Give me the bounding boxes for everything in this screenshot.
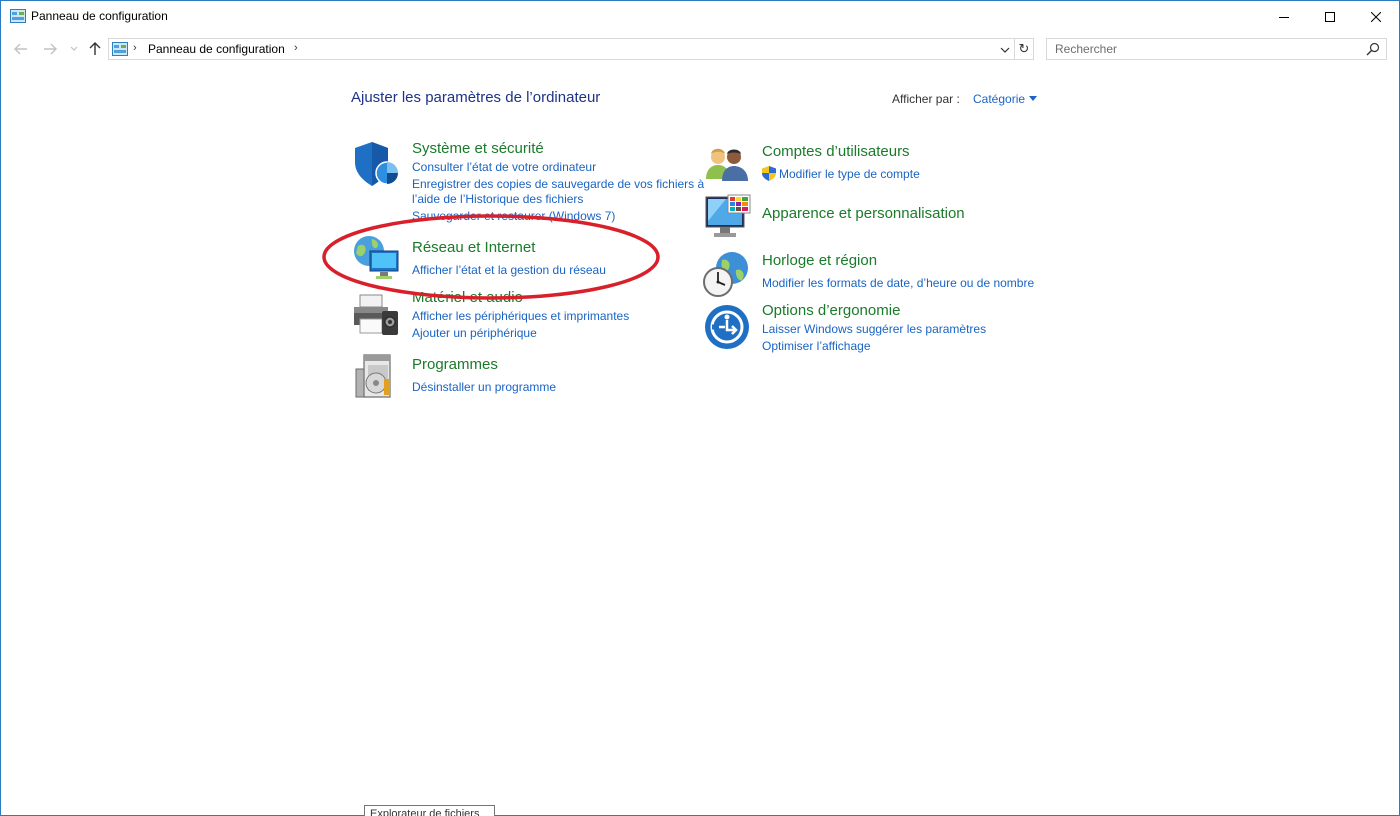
monitor-palette-icon[interactable] [704, 193, 752, 241]
chevron-down-icon [1000, 47, 1010, 53]
minimize-icon [1279, 16, 1289, 18]
link-change-account-type[interactable]: Modifier le type de compte [779, 167, 920, 181]
category-title-appearance[interactable]: Apparence et personnalisation [762, 205, 965, 222]
navigation-bar: › Panneau de configuration › ↻ Recherche… [1, 35, 1399, 63]
view-by-dropdown[interactable]: Catégorie [973, 92, 1025, 106]
breadcrumb-separator-icon[interactable]: › [133, 42, 137, 54]
arrow-left-icon [14, 43, 27, 55]
link-file-history[interactable]: Enregistrer des copies de sauvegarde de … [412, 177, 704, 191]
link-devices-printers[interactable]: Afficher les périphériques et imprimante… [412, 309, 629, 323]
uac-shield-icon [762, 166, 776, 181]
link-network-status[interactable]: Afficher l’état et la gestion du réseau [412, 263, 606, 277]
control-panel-icon [10, 9, 26, 23]
category-title-user-accounts[interactable]: Comptes d’utilisateurs [762, 143, 910, 160]
category-title-network-internet[interactable]: Réseau et Internet [412, 239, 535, 256]
arrow-up-icon [89, 42, 101, 55]
ease-of-access-icon[interactable] [703, 303, 751, 351]
control-panel-window: Panneau de configuration › Panneau de co… [0, 0, 1400, 816]
breadcrumb-separator-icon[interactable]: › [294, 42, 298, 54]
title-bar[interactable]: Panneau de configuration [1, 1, 1399, 32]
link-let-windows-suggest[interactable]: Laisser Windows suggérer les paramètres [762, 322, 986, 336]
arrow-right-icon [44, 43, 57, 55]
refresh-button[interactable]: ↻ [1015, 38, 1034, 60]
maximize-button[interactable] [1307, 1, 1353, 32]
link-file-history-continued[interactable]: l’aide de l’Historique des fichiers [412, 192, 583, 206]
breadcrumb[interactable]: Panneau de configuration [148, 42, 285, 56]
category-title-system-security[interactable]: Système et sécurité [412, 140, 544, 157]
minimize-button[interactable] [1261, 1, 1307, 32]
search-icon[interactable] [1366, 42, 1380, 56]
category-title-hardware-sound[interactable]: Matériel et audio [412, 289, 523, 306]
category-title-programs[interactable]: Programmes [412, 356, 498, 373]
up-button[interactable] [87, 41, 103, 57]
maximize-icon [1325, 11, 1335, 22]
category-title-ease-of-access[interactable]: Options d’ergonomie [762, 302, 900, 319]
link-backup-restore[interactable]: Sauvegarder et restaurer (Windows 7) [412, 209, 615, 223]
category-title-clock-region[interactable]: Horloge et région [762, 252, 877, 269]
clock-globe-icon[interactable] [702, 250, 750, 298]
link-system-status[interactable]: Consulter l’état de votre ordinateur [412, 160, 596, 174]
page-title: Ajuster les paramètres de l’ordinateur [351, 89, 601, 106]
shield-icon[interactable] [352, 140, 400, 188]
view-by-label: Afficher par : [892, 92, 960, 106]
users-icon[interactable] [704, 141, 752, 189]
recent-locations-button[interactable] [66, 41, 82, 57]
link-uninstall-program[interactable]: Désinstaller un programme [412, 380, 556, 394]
network-globe-icon[interactable] [352, 234, 400, 282]
window-title: Panneau de configuration [31, 9, 168, 23]
caret-down-icon[interactable] [1029, 96, 1037, 101]
close-button[interactable] [1353, 1, 1399, 32]
close-icon [1371, 11, 1381, 22]
link-add-device[interactable]: Ajouter un périphérique [412, 326, 537, 340]
tooltip-file-explorer: Explorateur de fichiers [364, 805, 495, 816]
search-input[interactable]: Rechercher [1046, 38, 1387, 60]
programs-disc-icon[interactable] [354, 353, 402, 401]
control-panel-icon [112, 42, 128, 56]
address-bar[interactable]: › Panneau de configuration › [108, 38, 1015, 60]
printer-icon[interactable] [352, 291, 400, 339]
link-date-time-formats[interactable]: Modifier les formats de date, d’heure ou… [762, 276, 1034, 290]
forward-button[interactable] [42, 41, 58, 57]
address-dropdown-button[interactable] [998, 43, 1012, 57]
back-button[interactable] [13, 41, 29, 57]
link-optimize-display[interactable]: Optimiser l’affichage [762, 339, 871, 353]
search-placeholder: Rechercher [1055, 42, 1118, 56]
chevron-down-icon [70, 46, 78, 51]
